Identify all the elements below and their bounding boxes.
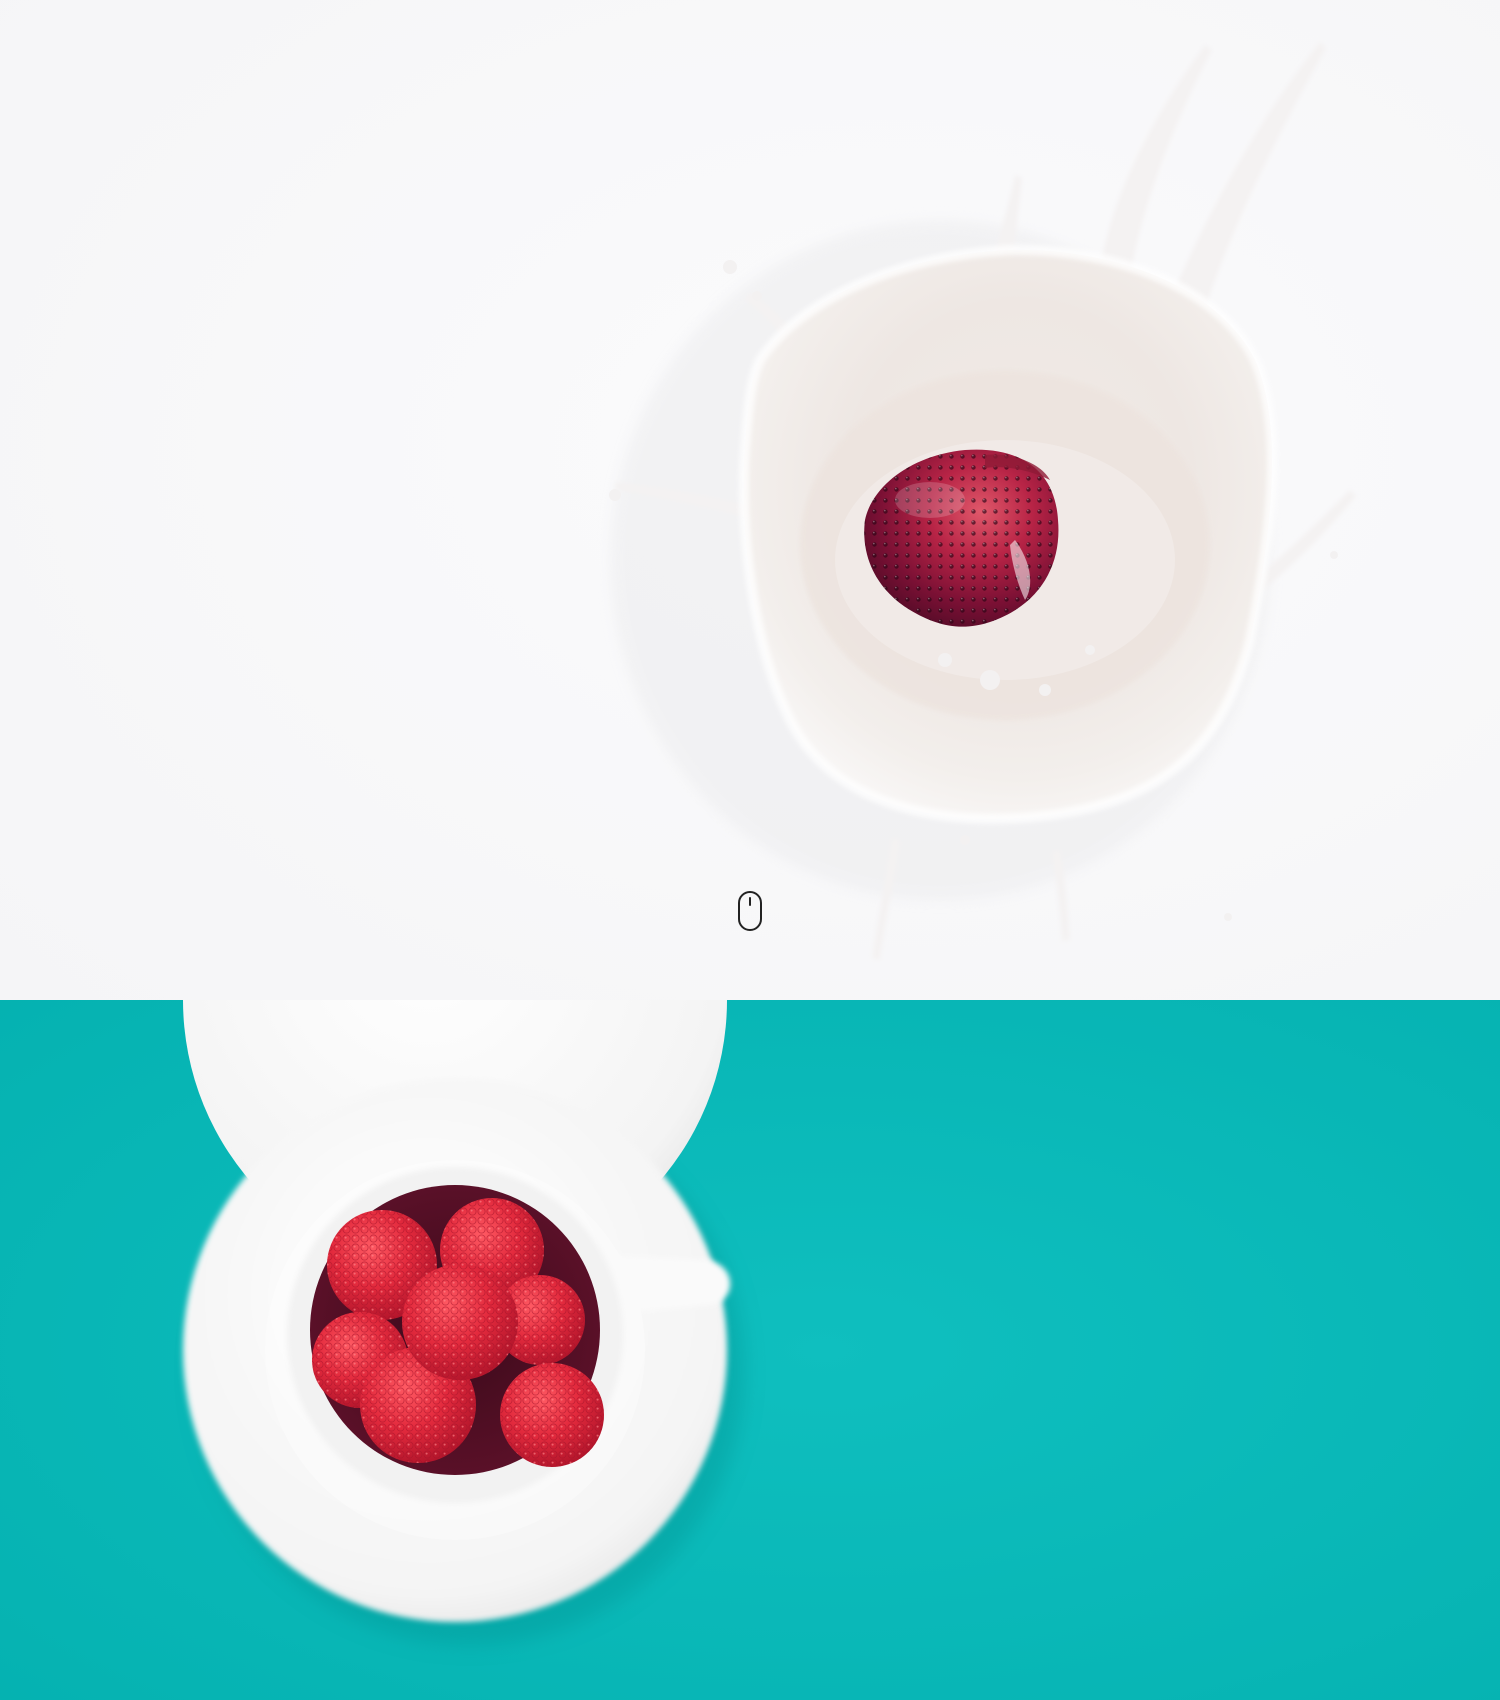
hero-section	[0, 0, 1500, 1000]
hero-photo-strawberry-milk-splash	[0, 0, 1500, 1000]
feature-section	[0, 1000, 1500, 1700]
scroll-down-indicator[interactable]	[737, 890, 763, 932]
feature-photo-raspberries-cup	[0, 1000, 1500, 1700]
page	[0, 0, 1500, 1700]
mouse-icon	[738, 891, 762, 931]
